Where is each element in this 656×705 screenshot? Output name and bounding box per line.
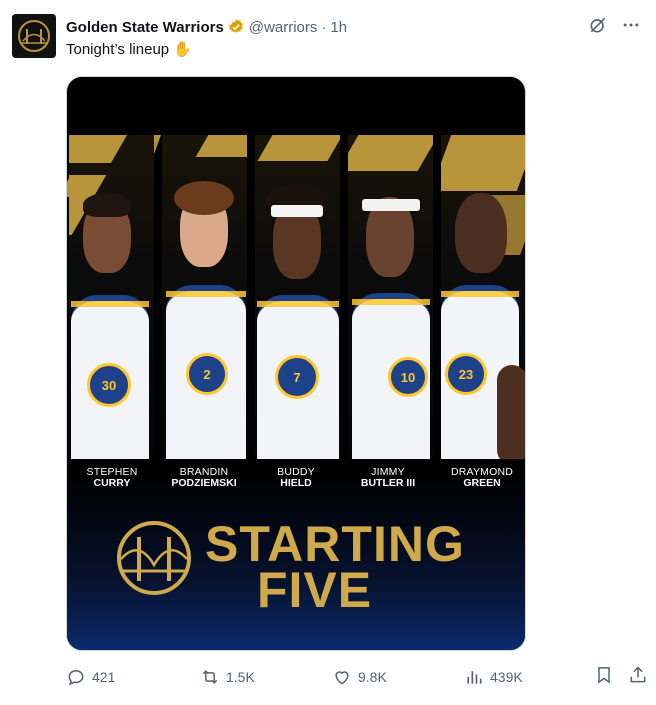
like-count: 9.8K (358, 669, 387, 685)
top-actions (588, 14, 642, 36)
tweet-header: Golden State Warriors @warriors · 1h (66, 16, 347, 38)
separator-dot: · (321, 18, 327, 36)
like-button[interactable]: 9.8K (332, 665, 387, 689)
player-panel-3: 7 (255, 135, 340, 459)
jersey-number: 23 (445, 353, 487, 395)
player-names: STEPHEN CURRY BRANDIN PODZIEMSKI BUDDY H… (67, 466, 525, 501)
player-panel-4: 10 (348, 135, 433, 459)
grok-icon[interactable] (588, 15, 608, 35)
jersey-number: 30 (87, 363, 131, 407)
avatar[interactable] (12, 14, 56, 58)
tweet-media[interactable]: 30 2 7 10 23 STEPHEN CURRY BRANDIN PODZI… (66, 76, 526, 651)
player-panel-2: 2 (162, 135, 247, 459)
like-icon (335, 671, 349, 685)
repost-count: 1.5K (226, 669, 255, 685)
more-icon[interactable] (620, 14, 642, 36)
tweet-text: Tonight’s lineup ✋ (66, 41, 192, 58)
headband (271, 205, 323, 217)
player-panel-5: 23 (441, 135, 525, 459)
views-count: 439K (490, 669, 523, 685)
repost-button[interactable]: 1.5K (200, 665, 255, 689)
player-name-5: DRAYMOND GREEN (450, 466, 514, 489)
jersey-number: 10 (388, 357, 428, 397)
bookmark-button[interactable] (594, 665, 616, 687)
repost-icon (202, 670, 218, 684)
timestamp[interactable]: 1h (330, 19, 347, 36)
player-name-4: JIMMY BUTLER III (360, 466, 416, 489)
reply-count: 421 (92, 669, 116, 685)
tweet-actions: 421 1.5K 9.8K 439K (66, 665, 652, 689)
share-icon (630, 666, 646, 683)
player-panel-1: 30 (69, 135, 154, 459)
warriors-bridge-logo (117, 521, 191, 595)
starting-five-banner: STARTING FIVE (115, 517, 495, 637)
player-name-1: STEPHEN CURRY (86, 466, 138, 489)
jersey-number: 7 (275, 355, 319, 399)
views-icon (467, 671, 482, 684)
views-button[interactable]: 439K (464, 665, 523, 689)
warriors-logo-avatar (12, 14, 56, 58)
jersey-number: 2 (186, 353, 228, 395)
display-name[interactable]: Golden State Warriors (66, 19, 224, 36)
reply-button[interactable]: 421 (66, 665, 115, 689)
tweet[interactable]: Golden State Warriors @warriors · 1h Ton (0, 0, 656, 705)
banner-line-five: FIVE (257, 562, 373, 618)
reply-icon (68, 669, 84, 686)
player-name-2: BRANDIN PODZIEMSKI (171, 466, 237, 489)
player-head (455, 193, 507, 273)
headband (362, 199, 420, 211)
player-name-3: BUDDY HIELD (277, 466, 315, 489)
handle[interactable]: @warriors (249, 19, 318, 36)
share-button[interactable] (628, 665, 650, 687)
bookmark-icon (598, 667, 610, 684)
verified-icon (227, 18, 245, 36)
